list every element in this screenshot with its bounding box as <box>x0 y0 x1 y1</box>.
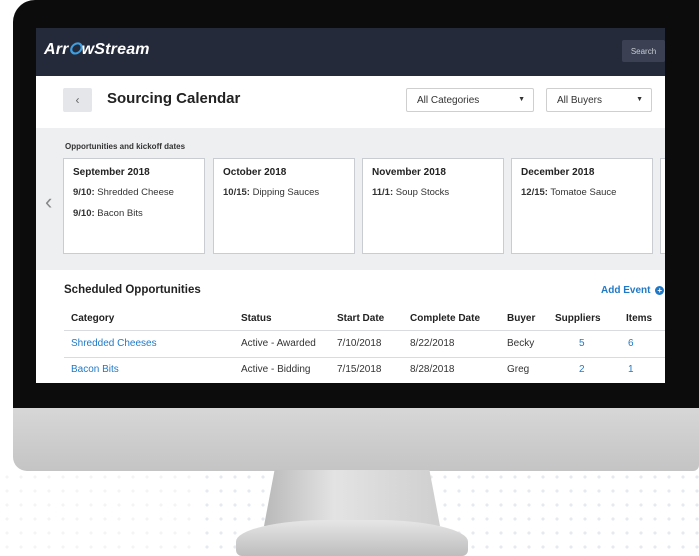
row-items-link[interactable]: 1 <box>628 364 634 375</box>
category-filter-select[interactable]: All Categories ▼ <box>406 88 534 112</box>
column-header-start-date[interactable]: Start Date <box>337 313 384 324</box>
row-category-link[interactable]: Shredded Cheeses <box>71 338 157 349</box>
month-name: December 2018 <box>521 167 595 178</box>
calendar-heading: Opportunities and kickoff dates <box>65 142 186 151</box>
column-header-complete-date[interactable]: Complete Date <box>410 313 480 324</box>
month-card-next-partial[interactable] <box>660 158 665 254</box>
row-start-date: 7/10/2018 <box>337 338 382 349</box>
month-name: October 2018 <box>223 167 287 178</box>
month-name: November 2018 <box>372 167 446 178</box>
page-header: ‹ Sourcing Calendar All Categories ▼ All… <box>36 76 665 128</box>
row-complete-date: 8/22/2018 <box>410 338 455 349</box>
month-card-september[interactable]: September 2018 9/10: Shredded Cheese 9/1… <box>63 158 205 254</box>
row-status: Active - Awarded <box>241 338 316 349</box>
chevron-left-icon: ‹ <box>75 93 80 107</box>
month-card-november[interactable]: November 2018 11/1: Soup Stocks <box>362 158 504 254</box>
month-card-october[interactable]: October 2018 10/15: Dipping Sauces <box>213 158 355 254</box>
row-status: Active - Bidding <box>241 364 311 375</box>
calendar-event[interactable]: 12/15: Tomatoe Sauce <box>521 187 616 198</box>
column-header-status[interactable]: Status <box>241 313 272 324</box>
search-button[interactable]: Search <box>622 40 665 62</box>
column-header-category[interactable]: Category <box>71 313 114 324</box>
buyer-filter-value: All Buyers <box>557 94 603 106</box>
row-buyer: Becky <box>507 338 535 349</box>
row-category-link[interactable]: Bacon Bits <box>71 364 119 375</box>
row-complete-date: 8/28/2018 <box>410 364 455 375</box>
buyer-filter-select[interactable]: All Buyers ▼ <box>546 88 652 112</box>
caret-down-icon: ▼ <box>518 96 525 103</box>
category-filter-value: All Categories <box>417 94 480 106</box>
caret-down-icon: ▼ <box>636 96 643 103</box>
arrowstream-logo[interactable]: Arr⭘wStream <box>44 41 150 59</box>
scheduled-opportunities-section: Scheduled Opportunities Add Event + Cate… <box>36 270 665 383</box>
page-title: Sourcing Calendar <box>107 90 241 107</box>
row-suppliers-link[interactable]: 5 <box>579 338 585 349</box>
background-pattern-left <box>0 470 200 556</box>
column-header-suppliers[interactable]: Suppliers <box>555 313 601 324</box>
calendar-event[interactable]: 9/10: Bacon Bits <box>73 208 143 219</box>
table-divider <box>64 330 665 331</box>
row-start-date: 7/15/2018 <box>337 364 382 375</box>
month-card-december[interactable]: December 2018 12/15: Tomatoe Sauce <box>511 158 653 254</box>
calendar-event[interactable]: 10/15: Dipping Sauces <box>223 187 319 198</box>
calendar-event[interactable]: 11/1: Soup Stocks <box>372 187 449 198</box>
row-buyer: Greg <box>507 364 530 375</box>
monitor-stand-foot <box>236 520 468 556</box>
month-name: September 2018 <box>73 167 150 178</box>
row-suppliers-link[interactable]: 2 <box>579 364 585 375</box>
column-header-items[interactable]: Items <box>626 313 652 324</box>
calendar-event[interactable]: 9/10: Shredded Cheese <box>73 187 174 198</box>
sourcing-calendar-strip: Opportunities and kickoff dates ‹ Septem… <box>36 128 665 270</box>
logo-mark-icon: ⭘ <box>68 41 82 58</box>
plus-circle-icon: + <box>655 286 665 295</box>
back-button[interactable]: ‹ <box>63 88 92 112</box>
top-navigation-bar: Arr⭘wStream Search <box>36 28 665 76</box>
section-title: Scheduled Opportunities <box>64 284 201 296</box>
add-event-button[interactable]: Add Event + <box>601 285 665 296</box>
monitor-chin <box>13 408 699 471</box>
calendar-prev-arrow-icon[interactable]: ‹ <box>45 191 52 213</box>
row-items-link[interactable]: 6 <box>628 338 634 349</box>
monitor-stand-neck <box>264 470 440 526</box>
column-header-buyer[interactable]: Buyer <box>507 313 535 324</box>
table-divider <box>64 357 665 358</box>
monitor-screen: Arr⭘wStream Search ‹ Sourcing Calendar A… <box>36 28 665 383</box>
